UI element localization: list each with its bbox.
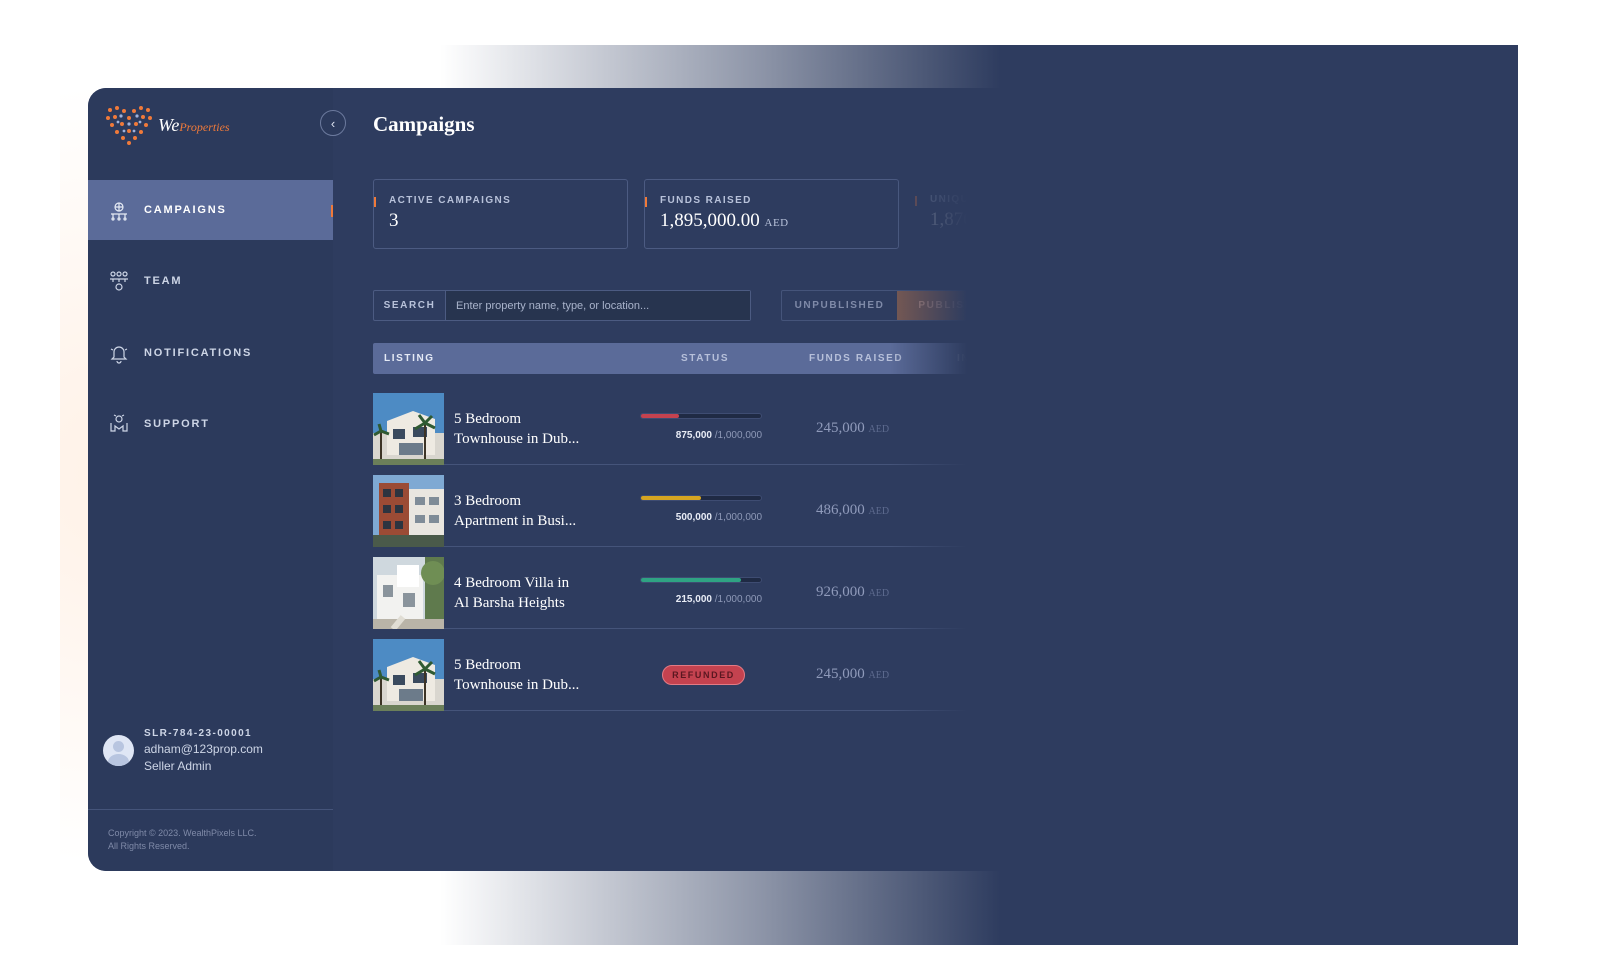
search-input[interactable] [446,291,750,320]
listing-name: 4 Bedroom Villa in Al Barsha Heights [454,575,570,611]
app-window: WeProperties CAMPAIGNS TEAM NOTIFICATION… [88,88,1000,871]
column-header-listing[interactable]: LISTING [384,353,435,364]
team-icon [110,271,128,291]
copyright: Copyright © 2023. WealthPixels LLC. All … [108,828,257,851]
user-email: adham@123prop.com [144,742,263,756]
publish-toggle: UNPUBLISHED PUBLISHED [781,290,1000,321]
funding-progress-bar [640,495,762,501]
funding-progress-text: 500,000 /1,000,000 [675,512,762,523]
property-thumbnail [373,393,444,465]
sidebar-item-label: SUPPORT [144,418,210,430]
sidebar-item-label: TEAM [144,275,183,287]
sidebar-item-notifications[interactable]: NOTIFICATIONS [88,323,333,383]
page-title: Campaigns [373,112,475,136]
funds-raised-value: 926,000 AED [816,584,890,600]
funds-raised-value: 245,000 AED [816,420,890,436]
table-row[interactable]: 5 Bedroom Townhouse in Dub... REFUNDED 24… [373,639,1000,711]
table-row[interactable]: 3 Bedroom Apartment in Busi... 500,000 /1… [373,475,1000,547]
column-header-status[interactable]: STATUS [681,353,729,364]
campaigns-icon [111,202,127,221]
investors-value: 6 [975,502,983,518]
stat-card-unique: UNIQUE 1,876 [915,179,1000,249]
avatar [103,735,134,766]
logo-heart-icon [106,106,152,145]
property-thumbnail [373,639,444,711]
sidebar: WeProperties CAMPAIGNS TEAM NOTIFICATION… [88,88,333,871]
funding-progress-text: 875,000 /1,000,000 [675,430,762,441]
status-badge: REFUNDED [662,665,745,685]
support-icon [110,414,128,432]
sidebar-item-label: NOTIFICATIONS [144,347,253,359]
column-header-funds-raised[interactable]: FUNDS RAISED [809,353,903,364]
tab-published[interactable]: PUBLISHED [897,291,1000,320]
chevron-left-icon: ‹ [330,115,336,131]
table-row[interactable]: 5 Bedroom Townhouse in Dub... 875,000 /1,… [373,393,1000,465]
brand-logo[interactable]: WeProperties [104,104,230,146]
funds-raised-value: 245,000 AED [816,666,890,682]
bell-icon [110,346,128,364]
user-role: Seller Admin [144,759,212,773]
property-thumbnail [373,557,444,629]
user-id: SLR-784-23-00001 [144,728,253,739]
investors-value: 54 [975,420,990,436]
listing-name: 3 Bedroom Apartment in Busi... [454,493,577,529]
divider [88,809,333,810]
column-header-investors[interactable]: INV [957,353,978,364]
property-thumbnail [373,475,444,547]
sidebar-item-campaigns[interactable]: CAMPAIGNS [88,180,333,240]
listing-name: 5 Bedroom Townhouse in Dub... [454,411,580,447]
sidebar-item-support[interactable]: SUPPORT [88,394,333,454]
investors-value: 5 [975,666,983,682]
stat-card-funds-raised: FUNDS RAISED 1,895,000.00 AED [644,179,899,249]
table-row[interactable]: 4 Bedroom Villa in Al Barsha Heights 215,… [373,557,1000,629]
search-bar: SEARCH [373,290,751,321]
funding-progress-bar [640,577,762,583]
investors-value: 1,4 [975,584,994,600]
funding-progress-bar [640,413,762,419]
funds-raised-value: 486,000 AED [816,502,890,518]
user-profile[interactable]: SLR-784-23-00001 adham@123prop.com Selle… [103,728,263,773]
logo-wordmark: WeProperties [158,114,230,135]
search-label: SEARCH [374,291,446,320]
listing-name: 5 Bedroom Townhouse in Dub... [454,657,580,693]
stat-card-active-campaigns: ACTIVE CAMPAIGNS 3 [373,179,628,249]
main-content: Campaigns ACTIVE CAMPAIGNS 3 FUNDS RAISE… [333,88,1000,871]
table-header: LISTING STATUS FUNDS RAISED INV [373,343,1000,374]
collapse-sidebar-button[interactable]: ‹ [320,110,346,136]
sidebar-item-label: CAMPAIGNS [144,204,227,216]
tab-unpublished[interactable]: UNPUBLISHED [782,291,897,320]
funding-progress-text: 215,000 /1,000,000 [675,594,762,605]
sidebar-item-team[interactable]: TEAM [88,251,333,311]
